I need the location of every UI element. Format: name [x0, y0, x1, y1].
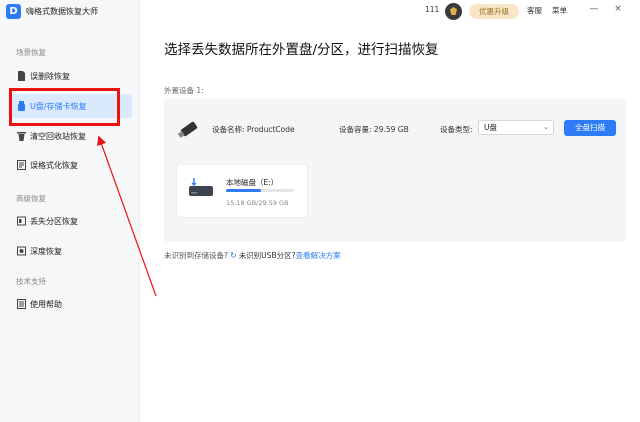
solution-link[interactable]: 查看解决方案	[296, 250, 341, 261]
device-type-value: U盘	[484, 123, 497, 132]
device-type-label: 设备类型:	[440, 125, 473, 134]
drive-icon	[189, 178, 213, 196]
refresh-icon[interactable]: ↻	[230, 251, 237, 260]
help-question: 未识别到存储设备?	[164, 251, 228, 260]
disk-size: 15.18 GB/29.59 GB	[226, 199, 289, 207]
usb-question: 未识别USB分区?	[238, 251, 296, 260]
device-name: 设备名称: ProductCode	[212, 125, 295, 134]
chevron-down-icon: ⌄	[543, 123, 549, 131]
page-title: 选择丢失数据所在外置盘/分区，进行扫描恢复	[164, 42, 439, 58]
disk-usage-fill	[226, 189, 261, 192]
full-scan-button[interactable]: 全盘扫描	[564, 120, 616, 136]
help-line: 未识别到存储设备? ↻ 未识别USB分区? 查看解决方案	[164, 250, 341, 261]
device-type-select[interactable]: U盘 ⌄	[478, 120, 554, 135]
device-capacity: 设备容量: 29.59 GB	[339, 125, 409, 134]
device-section-label: 外置设备 1:	[164, 86, 204, 95]
usb-drive-icon	[177, 121, 198, 138]
disk-name: 本地磁盘（E:）	[226, 178, 279, 187]
disk-usage-bar	[226, 189, 294, 192]
